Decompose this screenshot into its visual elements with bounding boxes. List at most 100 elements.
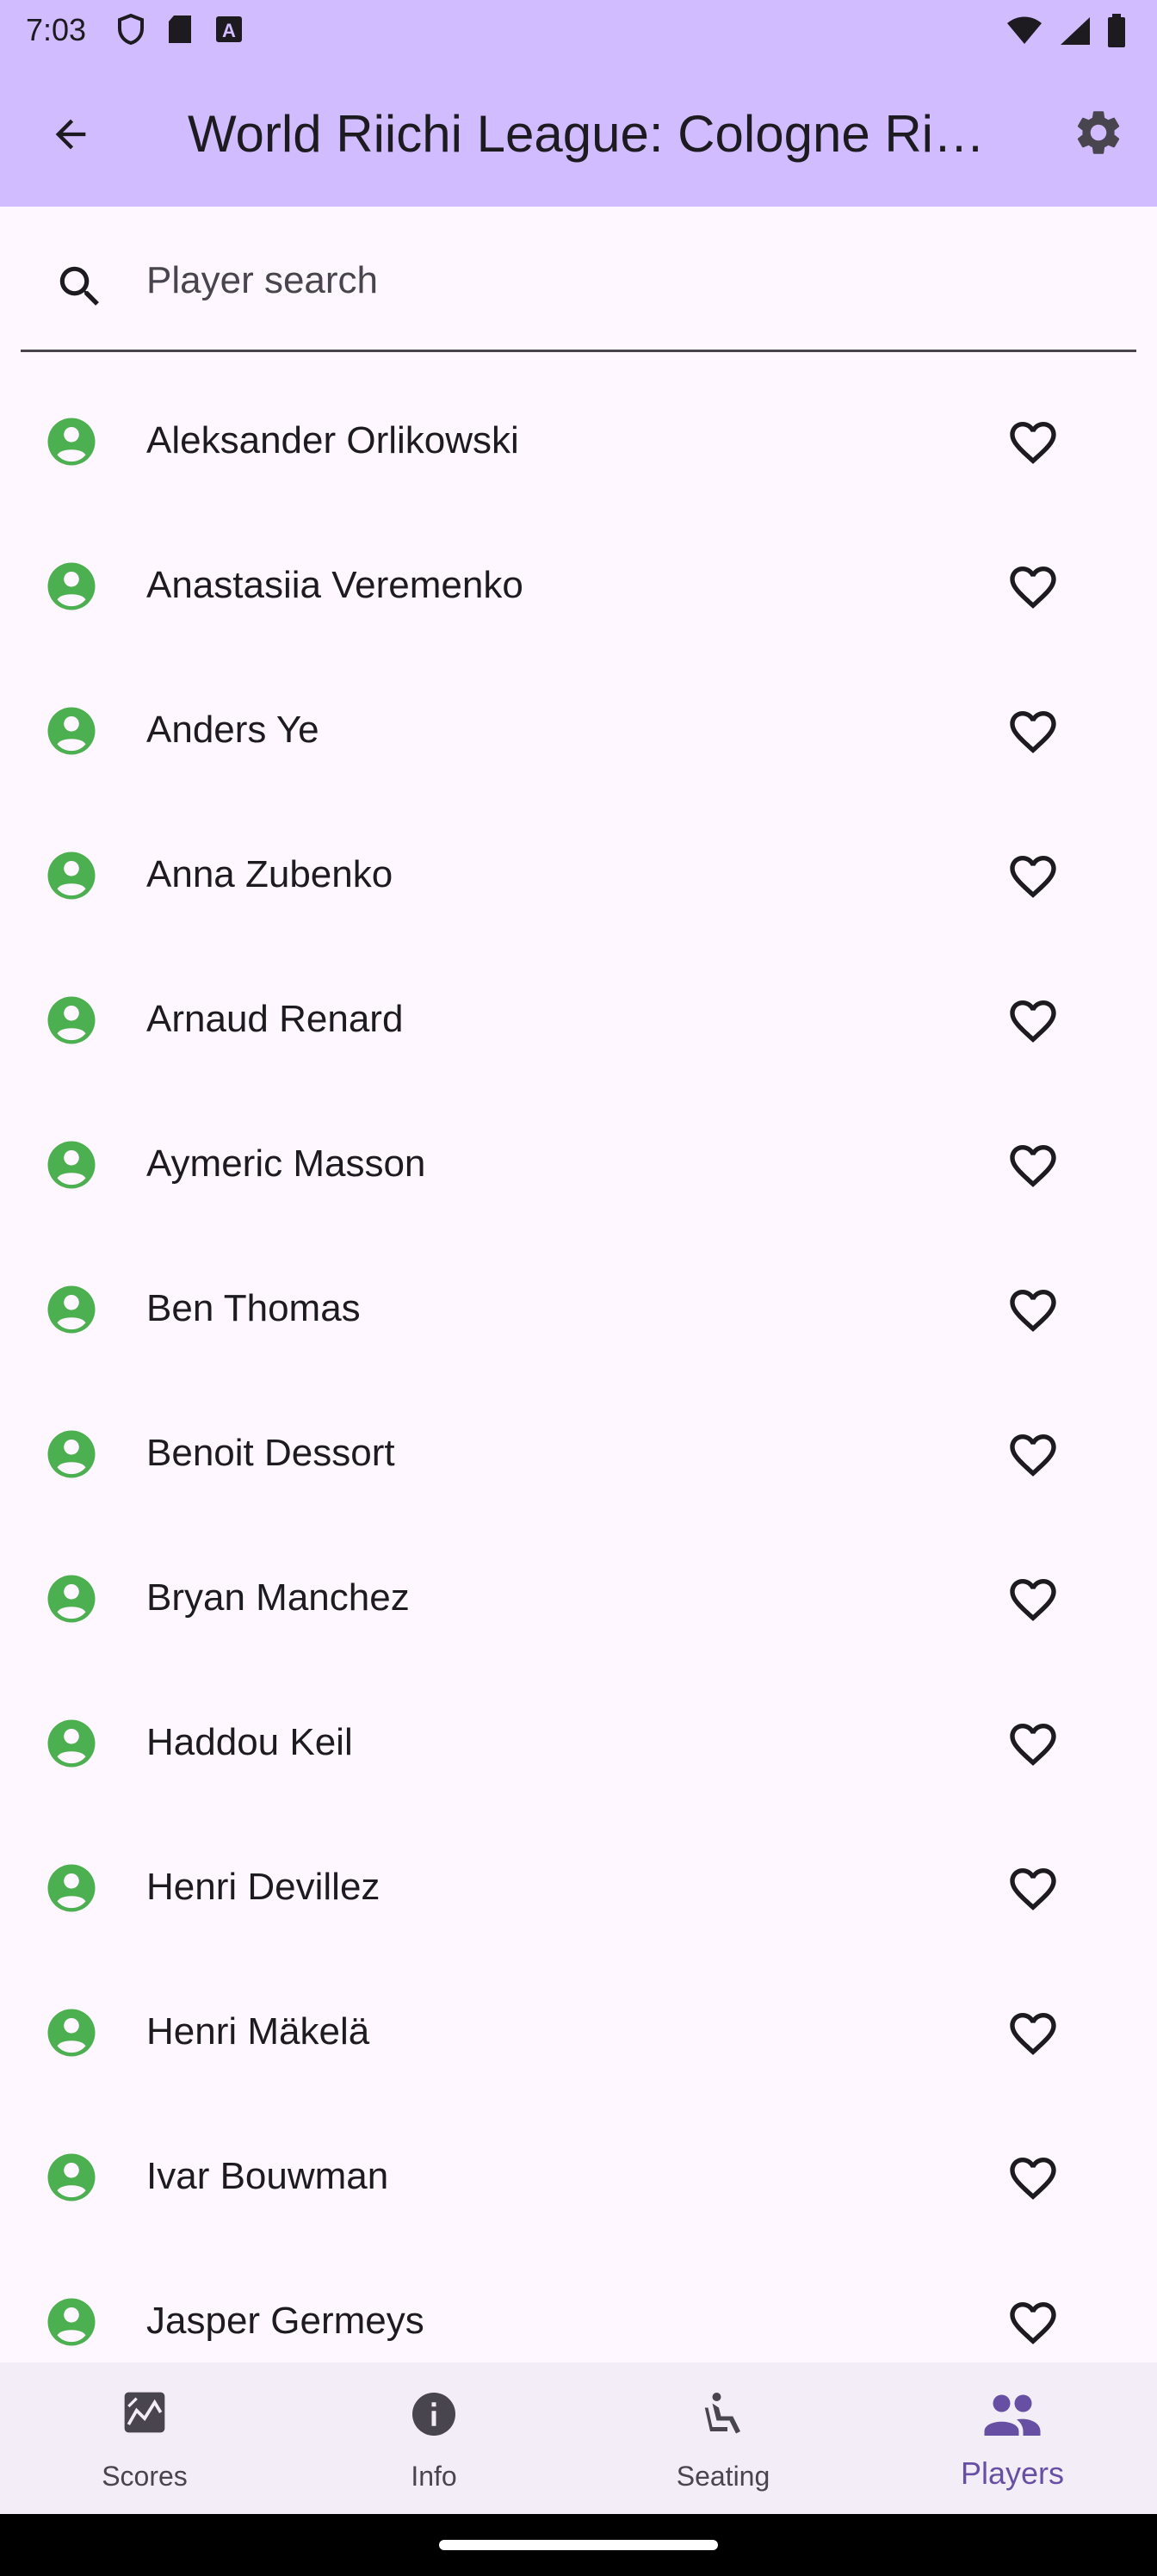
people-icon <box>984 2394 1041 2436</box>
gear-icon <box>1077 111 1120 154</box>
player-list-item[interactable]: Aymeric Masson <box>0 1093 1157 1238</box>
seat-icon <box>704 2393 740 2434</box>
favorite-button[interactable] <box>999 2144 1067 2213</box>
favorite-button[interactable] <box>999 2288 1067 2357</box>
heart-outline-icon <box>1010 2302 1056 2344</box>
bottom-navigation: Scores Info Seating Players <box>0 2362 1157 2514</box>
page-title: World Riichi League: Cologne Riichi Open… <box>188 105 988 163</box>
search-icon <box>59 266 99 306</box>
gesture-navigation-area <box>0 2514 1157 2576</box>
nav-players-label: Players <box>960 2455 1065 2491</box>
nav-info-label: Info <box>411 2461 457 2492</box>
player-list-item[interactable]: Henri Devillez <box>0 1817 1157 1961</box>
heart-outline-icon <box>1010 711 1056 753</box>
settings-button[interactable] <box>1062 96 1135 169</box>
account-circle-icon <box>47 1285 96 1334</box>
favorite-button[interactable] <box>999 553 1067 622</box>
battery-icon <box>1108 14 1125 47</box>
account-circle-icon <box>47 707 96 755</box>
status-time: 7:03 <box>26 12 87 47</box>
favorite-button[interactable] <box>999 1276 1067 1345</box>
heart-outline-icon <box>1010 567 1056 609</box>
favorite-button[interactable] <box>999 408 1067 477</box>
heart-outline-icon <box>1010 1724 1056 1766</box>
account-circle-icon <box>47 996 96 1044</box>
favorite-button[interactable] <box>999 1421 1067 1489</box>
account-circle-icon <box>47 1575 96 1623</box>
scores-chart-icon <box>124 2392 165 2433</box>
account-circle-icon <box>47 1864 96 1912</box>
account-circle-icon <box>47 2298 96 2346</box>
player-list-item[interactable]: Bryan Manchez <box>0 1527 1157 1672</box>
player-name: Ivar Bouwman <box>146 2155 389 2197</box>
heart-outline-icon <box>1010 422 1056 464</box>
nav-scores[interactable]: Scores <box>0 2362 289 2514</box>
svg-text:A: A <box>222 20 236 41</box>
player-list-item[interactable]: Jasper Germeys <box>0 2251 1157 2362</box>
player-name: Ben Thomas <box>146 1287 361 1329</box>
nav-players[interactable]: Players <box>868 2362 1157 2514</box>
player-name: Bryan Manchez <box>146 1576 410 1619</box>
account-circle-icon <box>47 851 96 900</box>
nav-info[interactable]: Info <box>289 2362 578 2514</box>
wifi-icon <box>1007 16 1042 44</box>
account-circle-icon <box>47 418 96 466</box>
heart-outline-icon <box>1010 1434 1056 1477</box>
player-name: Haddou Keil <box>146 1721 353 1763</box>
favorite-button[interactable] <box>999 842 1067 911</box>
player-search-bar <box>21 207 1136 352</box>
player-name: Jasper Germeys <box>146 2300 424 2342</box>
player-name: Anna Zubenko <box>146 853 393 895</box>
heart-outline-icon <box>1010 2013 1056 2055</box>
home-gesture-handle[interactable] <box>439 2540 718 2550</box>
sd-card-icon <box>169 15 191 43</box>
favorite-button[interactable] <box>999 1999 1067 2068</box>
app-bar: World Riichi League: Cologne Riichi Open… <box>0 62 1157 207</box>
shield-icon <box>118 14 144 45</box>
heart-outline-icon <box>1010 1290 1056 1332</box>
player-list-item[interactable]: Henri Mäkelä <box>0 1961 1157 2106</box>
heart-outline-icon <box>1010 1145 1056 1187</box>
player-list-item[interactable]: Aleksander Orlikowski <box>0 370 1157 515</box>
player-name: Aleksander Orlikowski <box>146 419 519 461</box>
arrow-back-icon <box>55 119 86 150</box>
a-text-icon: A <box>216 16 242 42</box>
player-list-item[interactable]: Anders Ye <box>0 659 1157 804</box>
account-circle-icon <box>47 1141 96 1189</box>
search-input[interactable] <box>145 250 1095 312</box>
favorite-button[interactable] <box>999 1565 1067 1634</box>
player-list-item[interactable]: Anastasiia Veremenko <box>0 515 1157 659</box>
account-circle-icon <box>47 2009 96 2057</box>
heart-outline-icon <box>1010 1000 1056 1043</box>
account-circle-icon <box>47 1719 96 1768</box>
player-name: Anders Ye <box>146 709 319 751</box>
favorite-button[interactable] <box>999 987 1067 1056</box>
favorite-button[interactable] <box>999 1131 1067 1200</box>
cell-signal-icon <box>1061 17 1090 45</box>
player-list-item[interactable]: Haddou Keil <box>0 1672 1157 1817</box>
favorite-button[interactable] <box>999 1710 1067 1779</box>
favorite-button[interactable] <box>999 697 1067 766</box>
player-name: Henri Devillez <box>146 1866 381 1908</box>
player-name: Arnaud Renard <box>146 998 404 1040</box>
player-name: Anastasiia Veremenko <box>146 564 523 606</box>
heart-outline-icon <box>1010 1579 1056 1621</box>
player-list-item[interactable]: Ivar Bouwman <box>0 2106 1157 2251</box>
nav-seating[interactable]: Seating <box>578 2362 868 2514</box>
info-icon <box>412 2393 455 2436</box>
nav-seating-label: Seating <box>676 2461 770 2492</box>
player-list[interactable]: Aleksander Orlikowski Anastasiia Veremenk… <box>0 370 1157 2362</box>
nav-scores-label: Scores <box>102 2461 188 2492</box>
account-circle-icon <box>47 1430 96 1478</box>
heart-outline-icon <box>1010 2158 1056 2200</box>
player-name: Benoit Dessort <box>146 1432 395 1474</box>
player-list-item[interactable]: Benoit Dessort <box>0 1383 1157 1527</box>
favorite-button[interactable] <box>999 1855 1067 1923</box>
player-list-item[interactable]: Arnaud Renard <box>0 949 1157 1093</box>
player-name: Aymeric Masson <box>146 1142 426 1185</box>
status-bar: 7:03 A <box>0 0 1157 62</box>
player-name: Henri Mäkelä <box>146 2010 370 2053</box>
player-list-item[interactable]: Anna Zubenko <box>0 804 1157 949</box>
player-list-item[interactable]: Ben Thomas <box>0 1238 1157 1383</box>
back-button[interactable] <box>34 98 107 170</box>
